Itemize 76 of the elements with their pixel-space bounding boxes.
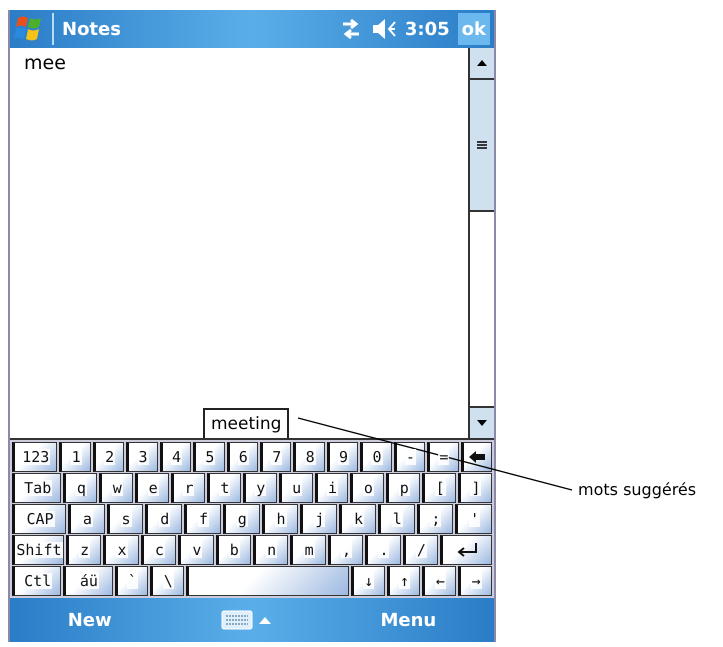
keyboard-key[interactable]: d: [145, 504, 182, 534]
keyboard-key[interactable]: 3: [126, 442, 158, 472]
keyboard-key[interactable]: s: [106, 504, 144, 534]
keyboard-key[interactable]: ↑: [386, 566, 420, 596]
keyboard-key[interactable]: j: [300, 504, 338, 534]
keyboard-key[interactable]: áü: [63, 566, 113, 596]
keyboard-key[interactable]: h: [262, 504, 298, 534]
keyboard-key[interactable]: e: [135, 473, 170, 503]
backspace-arrow-icon: [469, 451, 486, 463]
enter-arrow-icon: [456, 543, 478, 557]
keyboard-key[interactable]: b: [216, 535, 251, 565]
keyboard-key[interactable]: ]: [458, 473, 492, 503]
keyboard-key[interactable]: p: [386, 473, 420, 503]
keyboard-key[interactable]: f: [184, 504, 221, 534]
clock-time: 3:05: [404, 18, 450, 40]
scroll-bar[interactable]: [468, 48, 494, 438]
keyboard-key[interactable]: t: [206, 473, 241, 503]
keyboard-key[interactable]: `: [114, 566, 148, 596]
keyboard-key[interactable]: 6: [226, 442, 258, 472]
keyboard-key[interactable]: ↓: [350, 566, 385, 596]
keyboard-key[interactable]: u: [278, 473, 313, 503]
keyboard-key[interactable]: →: [458, 566, 492, 596]
new-button[interactable]: New: [62, 608, 118, 632]
keyboard-key[interactable]: 0: [360, 442, 392, 472]
keyboard-key[interactable]: 123: [12, 442, 58, 472]
keyboard-key[interactable]: o: [350, 473, 384, 503]
keyboard-key[interactable]: CAP: [12, 504, 66, 534]
word-suggestion[interactable]: meeting: [203, 408, 290, 438]
keyboard-key[interactable]: ;: [416, 504, 454, 534]
enter-key[interactable]: [440, 535, 492, 565]
keyboard-key[interactable]: x: [103, 535, 139, 565]
keyboard-key[interactable]: .: [365, 535, 401, 565]
scroll-up-icon[interactable]: [477, 60, 487, 66]
callout-label: mots suggérés: [578, 480, 696, 499]
keyboard-key[interactable]: 8: [293, 442, 325, 472]
scroll-down-icon[interactable]: [477, 420, 487, 426]
keyboard-key[interactable]: m: [290, 535, 326, 565]
keyboard-key[interactable]: -: [394, 442, 426, 472]
backspace-key[interactable]: [460, 442, 492, 472]
keyboard-key[interactable]: =: [427, 442, 459, 472]
keyboard-key[interactable]: i: [314, 473, 348, 503]
note-text: mee: [24, 52, 66, 74]
keyboard-key[interactable]: l: [378, 504, 415, 534]
keyboard-key[interactable]: n: [252, 535, 288, 565]
speaker-icon[interactable]: [370, 18, 397, 40]
keyboard-key[interactable]: 5: [193, 442, 225, 472]
keyboard-key[interactable]: Ctl: [12, 566, 62, 596]
keyboard-key[interactable]: z: [66, 535, 102, 565]
keyboard-key[interactable]: y: [242, 473, 277, 503]
keyboard-key[interactable]: 7: [260, 442, 292, 472]
keyboard-key[interactable]: r: [171, 473, 205, 503]
keyboard-key[interactable]: k: [339, 504, 376, 534]
space-key[interactable]: [186, 566, 349, 596]
keyboard-key[interactable]: a: [68, 504, 105, 534]
keyboard-key[interactable]: 1: [59, 442, 91, 472]
keyboard-key[interactable]: v: [178, 535, 214, 565]
keyboard-key[interactable]: 4: [160, 442, 192, 472]
app-title: Notes: [62, 18, 122, 40]
keyboard-key[interactable]: /: [402, 535, 438, 565]
keyboard-key[interactable]: ': [455, 504, 492, 534]
keyboard-key[interactable]: g: [222, 504, 260, 534]
menu-button[interactable]: Menu: [374, 608, 442, 632]
keyboard-key[interactable]: w: [99, 473, 134, 503]
keyboard-key[interactable]: ←: [422, 566, 456, 596]
keyboard-key[interactable]: ,: [328, 535, 364, 565]
keyboard-key[interactable]: \: [150, 566, 184, 596]
keyboard-icon[interactable]: [221, 610, 254, 630]
keyboard-key[interactable]: 2: [92, 442, 124, 472]
keyboard-key[interactable]: 9: [326, 442, 358, 472]
caret-up-icon[interactable]: [259, 616, 272, 624]
keyboard-key[interactable]: q: [63, 473, 98, 503]
keyboard-key[interactable]: Tab: [12, 473, 62, 503]
keyboard-key[interactable]: c: [140, 535, 176, 565]
keyboard-key[interactable]: Shift: [12, 535, 64, 565]
scroll-thumb-grip-icon[interactable]: [477, 141, 487, 149]
keyboard-key[interactable]: [: [422, 473, 456, 503]
